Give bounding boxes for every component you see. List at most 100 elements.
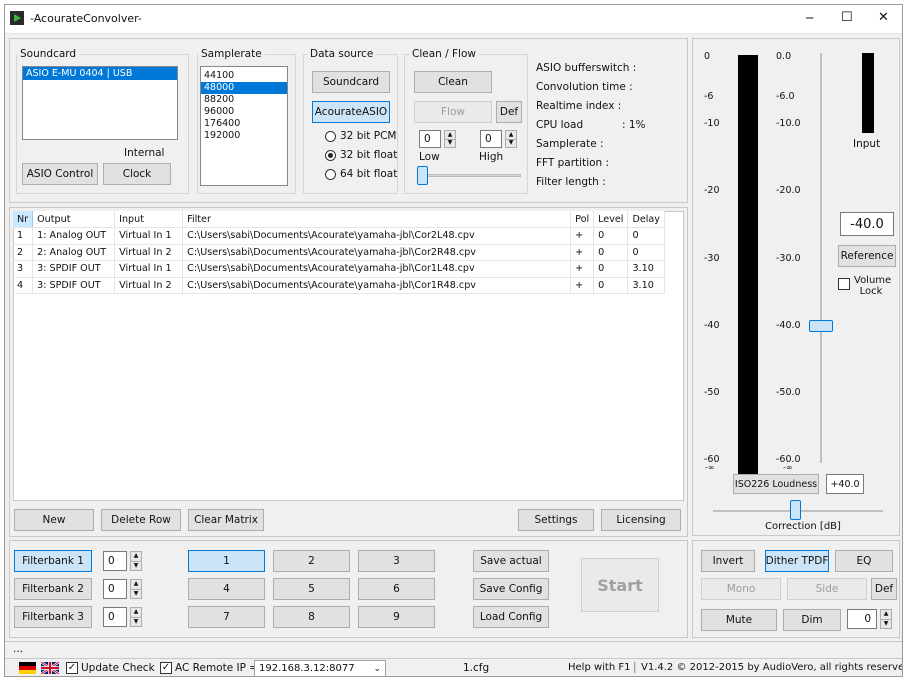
checkbox-box[interactable] <box>838 278 850 290</box>
samplerate-list[interactable]: 44100 48000 88200 96000 176400 192000 <box>200 66 288 186</box>
up-arrow-icon[interactable]: ▲ <box>445 131 455 139</box>
down-arrow-icon[interactable]: ▼ <box>131 588 141 599</box>
filterbank-3-value[interactable]: 0 <box>103 607 127 627</box>
soundcard-list[interactable]: ASIO E-MU 0404 | USB <box>22 66 178 140</box>
settings-button[interactable]: Settings <box>518 509 594 531</box>
loudness-value-box[interactable]: +40.0 <box>826 474 864 494</box>
filterbank-3-button[interactable]: Filterbank 3 <box>14 606 92 628</box>
table-row[interactable]: 3 3: SPDIF OUT Virtual In 1 C:\Users\sabi\D… <box>13 260 665 278</box>
chevron-down-icon[interactable]: ⌄ <box>373 664 381 674</box>
volume-value-box[interactable]: -40.0 <box>840 212 894 236</box>
ip-dropdown[interactable]: 192.168.3.12:8077 ⌄ <box>254 660 386 676</box>
check-icon[interactable]: ✓ <box>66 662 78 674</box>
down-arrow-icon[interactable]: ▼ <box>881 618 891 629</box>
up-arrow-icon[interactable]: ▲ <box>506 131 516 139</box>
clean-button[interactable]: Clean <box>414 71 492 93</box>
preset-7-button[interactable]: 7 <box>188 606 265 628</box>
samplerate-option[interactable]: 176400 <box>201 118 287 130</box>
clear-matrix-button[interactable]: Clear Matrix <box>188 509 264 531</box>
radio-64bit-float[interactable]: 64 bit float <box>325 168 397 180</box>
close-button[interactable]: ✕ <box>878 10 889 25</box>
dim-spinner[interactable]: ▲ ▼ <box>880 609 892 629</box>
samplerate-option[interactable]: 48000 <box>201 82 287 94</box>
uk-flag-icon[interactable] <box>40 661 60 675</box>
maximize-button[interactable]: ☐ <box>841 10 853 25</box>
filterbank-1-value[interactable]: 0 <box>103 551 127 571</box>
low-value-field[interactable]: 0 <box>419 130 441 148</box>
delete-row-button[interactable]: Delete Row <box>101 509 181 531</box>
preset-5-button[interactable]: 5 <box>273 578 350 600</box>
table-row[interactable]: 4 3: SPDIF OUT Virtual In 2 C:\Users\sabi\D… <box>13 277 665 294</box>
samplerate-option[interactable]: 88200 <box>201 94 287 106</box>
up-arrow-icon[interactable]: ▲ <box>881 610 891 619</box>
eq-button[interactable]: EQ <box>835 550 893 572</box>
table-row[interactable]: 1 1: Analog OUT Virtual In 1 C:\Users\sabi\… <box>13 227 665 245</box>
new-button[interactable]: New <box>14 509 94 531</box>
flow-slider-track[interactable] <box>419 174 521 177</box>
radio-32bit-pcm[interactable]: 32 bit PCM <box>325 130 396 142</box>
save-config-button[interactable]: Save Config <box>473 578 549 600</box>
check-icon[interactable]: ✓ <box>160 662 172 674</box>
filterbank-2-button[interactable]: Filterbank 2 <box>14 578 92 600</box>
up-arrow-icon[interactable]: ▲ <box>131 552 141 561</box>
preset-6-button[interactable]: 6 <box>358 578 435 600</box>
filterbank-1-spinner[interactable]: ▲ ▼ <box>130 551 142 571</box>
clock-button[interactable]: Clock <box>103 163 171 185</box>
volume-fader-track[interactable] <box>820 53 822 463</box>
soundcard-source-button[interactable]: Soundcard <box>312 71 390 93</box>
samplerate-option[interactable]: 192000 <box>201 130 287 142</box>
output-level-meter <box>738 55 758 479</box>
licensing-button[interactable]: Licensing <box>601 509 681 531</box>
flow-slider-thumb[interactable] <box>417 166 428 185</box>
preset-9-button[interactable]: 9 <box>358 606 435 628</box>
mono-button[interactable]: Mono <box>701 578 781 600</box>
filterbank-2-value[interactable]: 0 <box>103 579 127 599</box>
start-button[interactable]: Start <box>581 558 659 612</box>
filterbank-3-spinner[interactable]: ▲ ▼ <box>130 607 142 627</box>
correction-slider-thumb[interactable] <box>790 500 801 520</box>
def-dsp-button[interactable]: Def <box>871 578 897 600</box>
flow-button[interactable]: Flow <box>414 101 492 123</box>
save-actual-button[interactable]: Save actual <box>473 550 549 572</box>
dim-button[interactable]: Dim <box>783 609 841 631</box>
preset-4-button[interactable]: 4 <box>188 578 265 600</box>
preset-1-button[interactable]: 1 <box>188 550 265 572</box>
table-row[interactable]: 2 2: Analog OUT Virtual In 2 C:\Users\sabi\… <box>13 244 665 261</box>
filterbank-2-spinner[interactable]: ▲ ▼ <box>130 579 142 599</box>
reference-button[interactable]: Reference <box>838 245 896 267</box>
ac-remote-checkbox[interactable]: ✓ AC Remote IP = <box>160 662 258 674</box>
col-filter: Filter <box>182 211 572 228</box>
preset-8-button[interactable]: 8 <box>273 606 350 628</box>
invert-button[interactable]: Invert <box>701 550 755 572</box>
german-flag-icon[interactable] <box>19 662 36 674</box>
preset-3-button[interactable]: 3 <box>358 550 435 572</box>
samplerate-option[interactable]: 96000 <box>201 106 287 118</box>
def-button[interactable]: Def <box>496 101 522 123</box>
load-config-button[interactable]: Load Config <box>473 606 549 628</box>
dither-tpdf-button[interactable]: Dither TPDF <box>765 550 829 572</box>
update-check-checkbox[interactable]: ✓ Update Check <box>66 662 155 674</box>
high-spinner[interactable]: ▲ ▼ <box>505 130 517 148</box>
side-button[interactable]: Side <box>787 578 867 600</box>
minimize-button[interactable]: ─ <box>806 11 813 25</box>
preset-2-button[interactable]: 2 <box>273 550 350 572</box>
iso226-loudness-button[interactable]: ISO226 Loudness <box>733 474 819 494</box>
asio-control-button[interactable]: ASIO Control <box>22 163 98 185</box>
acourate-asio-button[interactable]: AcourateASIO <box>312 101 390 123</box>
soundcard-item[interactable]: ASIO E-MU 0404 | USB <box>23 67 177 80</box>
mute-button[interactable]: Mute <box>701 609 777 631</box>
up-arrow-icon[interactable]: ▲ <box>131 608 141 617</box>
up-arrow-icon[interactable]: ▲ <box>131 580 141 589</box>
volume-lock-checkbox[interactable]: Volume Lock <box>838 275 891 297</box>
down-arrow-icon[interactable]: ▼ <box>445 138 455 148</box>
filterbank-1-button[interactable]: Filterbank 1 <box>14 550 92 572</box>
high-value-field[interactable]: 0 <box>480 130 502 148</box>
radio-32bit-float[interactable]: 32 bit float <box>325 149 397 161</box>
down-arrow-icon[interactable]: ▼ <box>131 560 141 571</box>
dim-value-field[interactable]: 0 <box>847 609 877 629</box>
low-spinner[interactable]: ▲ ▼ <box>444 130 456 148</box>
samplerate-option[interactable]: 44100 <box>201 70 287 82</box>
volume-fader-thumb[interactable] <box>809 319 833 332</box>
down-arrow-icon[interactable]: ▼ <box>131 616 141 627</box>
down-arrow-icon[interactable]: ▼ <box>506 138 516 148</box>
